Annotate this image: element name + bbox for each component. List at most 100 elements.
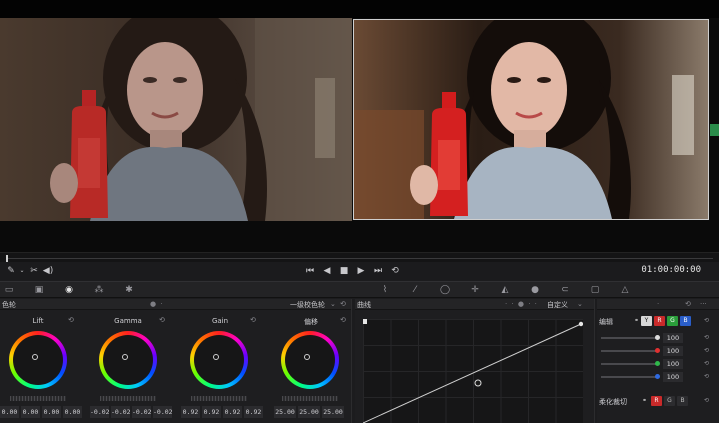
sizing-icon[interactable]: ▢ [588,284,602,296]
key-icon[interactable]: ⊂ [558,284,572,296]
tracker-icon[interactable]: ✛ [468,284,482,296]
lift-g[interactable]: 0.00 [42,406,61,418]
gamma-wheel-handle[interactable] [122,354,128,360]
play-icon[interactable]: ▶ [354,265,368,277]
gain-master-wheel[interactable] [191,396,247,401]
chip-y[interactable]: Y [641,316,652,326]
reset-icon[interactable]: ⟲ [701,346,712,356]
link-icon[interactable]: ⚭ [639,396,650,406]
lift-wheel-handle[interactable] [32,354,38,360]
panel-title: 曲线 [357,301,371,309]
scissors-icon[interactable]: ✂ [27,265,41,277]
offset-b[interactable]: 25.00 [322,406,344,418]
gamma-master-wheel[interactable] [100,396,156,401]
gain-b[interactable]: 0.92 [244,406,263,418]
chip-g[interactable]: G [667,316,678,326]
chevron-down-icon[interactable]: ⌄ [577,300,583,308]
intensity-value-b[interactable]: 100 [663,372,683,382]
skip-start-icon[interactable]: ⏮ [303,265,317,277]
intensity-slider-y[interactable] [601,337,659,339]
page-dots[interactable]: ● · [150,300,164,308]
lift-master-wheel[interactable] [10,396,66,401]
curves-icon[interactable]: ⌇ [378,284,392,296]
curve-end-point[interactable] [578,321,584,327]
chevron-down-icon[interactable]: ⌄ [330,300,336,308]
gamma-r[interactable]: -0.02 [111,406,131,418]
step-back-icon[interactable]: ◀ [320,265,334,277]
intensity-slider-g[interactable] [601,363,659,365]
raw-icon[interactable]: ▣ [32,284,46,296]
blur-icon[interactable]: ● [528,284,542,296]
magic-mask-icon[interactable]: ◭ [498,284,512,296]
color-wheels-icon[interactable]: ◉ [62,284,76,296]
intensity-knob-g[interactable] [655,361,660,366]
gamma-b[interactable]: -0.02 [153,406,173,418]
window-icon[interactable]: ◯ [438,284,452,296]
playhead[interactable] [6,255,8,262]
hdr-icon[interactable]: ⁂ [92,284,106,296]
lift-r[interactable]: 0.00 [21,406,40,418]
reset-icon[interactable]: ⟲ [701,316,712,326]
reference-frame[interactable] [0,18,352,221]
more-options-icon[interactable]: ··· [700,300,707,308]
speaker-icon[interactable]: ◀) [41,265,55,277]
curve-start-marker[interactable] [363,319,367,324]
soft-chip-r[interactable]: R [651,396,662,406]
reset-icon[interactable]: ⟲ [701,396,712,406]
intensity-slider-r[interactable] [601,350,659,352]
curve-control-point[interactable] [474,379,482,387]
curve-graph[interactable] [362,319,584,423]
intensity-slider-b[interactable] [601,376,659,378]
reset-icon[interactable]: ⟲ [159,316,165,324]
qualifier-icon[interactable]: ⁄ [408,284,422,296]
timeline-scrubber[interactable] [0,252,719,262]
gain-g[interactable]: 0.92 [223,406,242,418]
soft-chip-g[interactable]: G [664,396,675,406]
page-dots[interactable]: · · ● · · [505,300,538,308]
reset-icon[interactable]: ⟲ [685,300,691,308]
page-dots[interactable]: · [657,300,660,308]
lift-wheel[interactable] [9,331,67,389]
fx-icon[interactable]: ✱ [122,284,136,296]
gain-wheel-handle[interactable] [213,354,219,360]
gain-y[interactable]: 0.92 [181,406,200,418]
reset-icon[interactable]: ⟲ [340,316,346,324]
gamma-g[interactable]: -0.02 [132,406,152,418]
3d-icon[interactable]: △ [618,284,632,296]
curve-mode-dropdown[interactable]: 自定义 [547,300,568,310]
intensity-value-y[interactable]: 100 [663,333,683,343]
curves-panel-header: 曲线 · · ● · · 自定义 ⌄ [355,299,594,310]
graded-frame[interactable] [353,19,709,220]
reset-icon[interactable]: ⟲ [701,372,712,382]
intensity-knob-y[interactable] [655,335,660,340]
gain-r[interactable]: 0.92 [202,406,221,418]
offset-wheel[interactable] [281,331,339,389]
gamma-y[interactable]: -0.02 [90,406,110,418]
lift-y[interactable]: 0.00 [0,406,19,418]
intensity-value-g[interactable]: 100 [663,359,683,369]
intensity-knob-r[interactable] [655,348,660,353]
lift-b[interactable]: 0.00 [63,406,82,418]
gamma-wheel[interactable] [99,331,157,389]
timeline-track [6,258,713,259]
chip-b[interactable]: B [680,316,691,326]
camera-icon[interactable]: ▭ [2,284,16,296]
chip-r[interactable]: R [654,316,665,326]
reset-icon[interactable]: ⟲ [701,359,712,369]
intensity-value-r[interactable]: 100 [663,346,683,356]
offset-wheel-handle[interactable] [304,354,310,360]
reset-icon[interactable]: ⟲ [250,316,256,324]
offset-r[interactable]: 25.00 [274,406,296,418]
gain-wheel[interactable] [190,331,248,389]
offset-g[interactable]: 25.00 [298,406,320,418]
reset-all-icon[interactable]: ⟲ [340,300,346,308]
reset-icon[interactable]: ⟲ [68,316,74,324]
intensity-knob-b[interactable] [655,374,660,379]
stop-icon[interactable]: ■ [337,265,351,277]
loop-icon[interactable]: ⟲ [388,265,402,277]
soft-chip-b[interactable]: B [677,396,688,406]
offset-master-wheel[interactable] [282,396,338,401]
wheel-mode-dropdown[interactable]: 一级校色轮 [290,300,325,310]
reset-icon[interactable]: ⟲ [701,333,712,343]
skip-end-icon[interactable]: ⏭ [371,265,385,277]
